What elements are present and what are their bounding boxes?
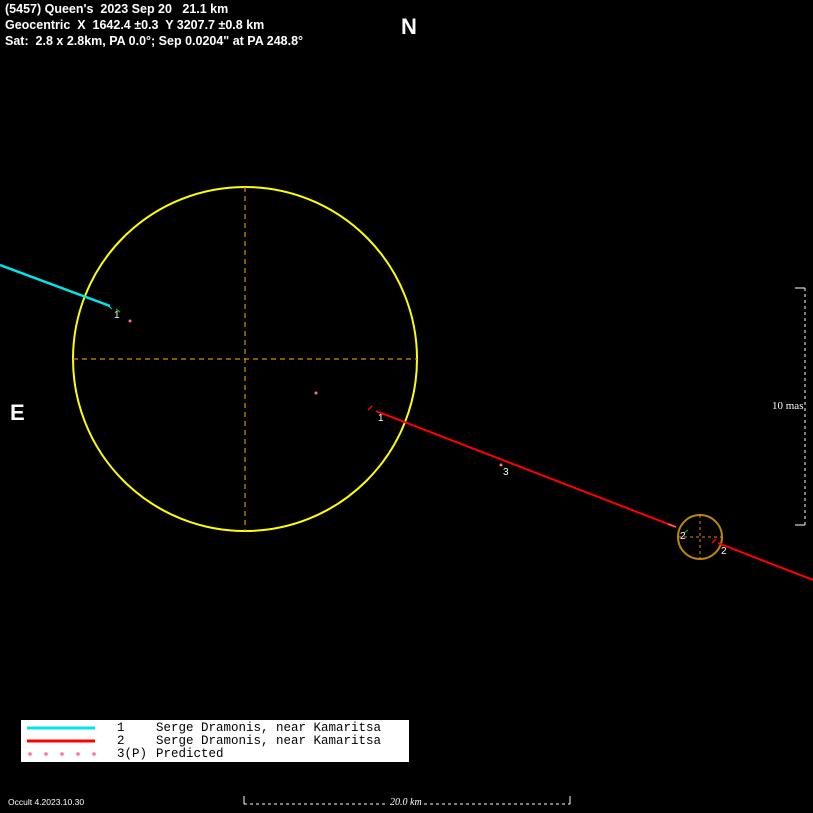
angular-scale-label: 10 mas (772, 400, 804, 412)
legend-number: 3(P) (117, 747, 148, 761)
chord-1-label: 1 (114, 310, 120, 321)
legend-number: 2 (117, 734, 125, 748)
legend-name: Predicted (156, 747, 224, 761)
legend-box: 1 Serge Dramonis, near Kamaritsa 2 Serge… (21, 720, 409, 762)
title-line: (5457) Queen's 2023 Sep 20 21.1 km (5, 2, 229, 16)
north-label: N (401, 14, 417, 39)
chord-2-line-main (375, 410, 677, 528)
chord-2-satellite-label-a: 2 (680, 531, 686, 542)
predicted-point-2 (314, 391, 318, 395)
chord-2-disappear-mark (367, 405, 373, 411)
legend-number: 1 (117, 721, 125, 735)
chord-1-marker (104, 302, 113, 310)
legend-red-swatch (27, 739, 95, 743)
predicted-point-1 (128, 319, 132, 323)
east-label: E (10, 400, 25, 425)
chord-2-sat-mark-b (711, 538, 717, 544)
legend-row-3: 3(P) Predicted (21, 747, 409, 762)
satellite-line: Sat: 2.8 x 2.8km, PA 0.0°; Sep 0.0204" a… (5, 34, 304, 48)
software-version: Occult 4.2023.10.30 (8, 797, 85, 807)
chord-1-line (0, 263, 111, 308)
legend-cyan-swatch (27, 726, 95, 730)
chord-2-satellite-label-b: 2 (721, 546, 727, 557)
geocentric-line: Geocentric X 1642.4 ±0.3 Y 3207.7 ±0.8 k… (5, 18, 265, 32)
occultation-plot: (5457) Queen's 2023 Sep 20 21.1 km Geoce… (0, 0, 813, 813)
legend-name: Serge Dramonis, near Kamaritsa (156, 734, 382, 748)
chord-2-line-exit (717, 542, 813, 581)
chord-2-primary-label: 1 (378, 413, 384, 424)
legend-pink-dots-swatch (28, 752, 96, 756)
legend-name: Serge Dramonis, near Kamaritsa (156, 721, 382, 735)
km-scale-label: 20.0 km (388, 797, 424, 808)
plot-canvas (0, 186, 813, 805)
predicted-label: 3 (503, 467, 509, 478)
